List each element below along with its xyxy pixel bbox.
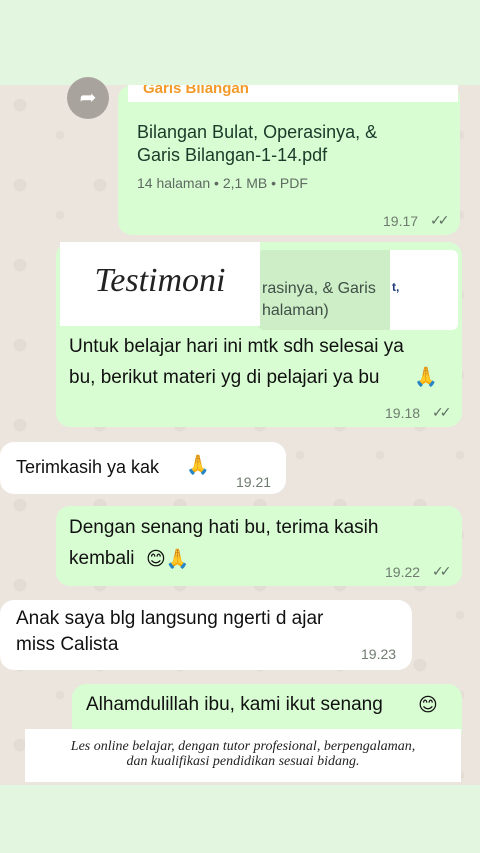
message-time: 19.23 [361, 646, 397, 662]
message-time: 19.21 [236, 474, 272, 490]
quoted-message[interactable]: rasinya, & Garis halaman) t, [258, 250, 458, 330]
read-ticks-icon: ✓✓ [430, 212, 450, 228]
testimoni-title: Testimoni [94, 262, 226, 299]
pdf-file-meta: 14 halaman • 2,1 MB • PDF [137, 175, 308, 191]
message-time: 19.17 [383, 213, 419, 229]
pray-emoji-icon: 🙏 [414, 366, 438, 388]
message-text-line2: miss Calista [16, 634, 119, 655]
quoted-thumbnail-text: t, [392, 280, 400, 294]
read-ticks-icon: ✓✓ [432, 404, 452, 420]
testimoni-label-box: Testimoni [60, 242, 260, 326]
message-text-line2: bu, berikut materi yg di pelajari ya bu [69, 367, 380, 388]
pdf-preview-thumbnail[interactable]: Garis Bilangan [128, 85, 458, 102]
quoted-thumbnail: t, [390, 250, 458, 330]
message-text: Terimkasih ya kak [16, 457, 160, 477]
read-ticks-icon: ✓✓ [432, 563, 452, 579]
pdf-preview-title: Garis Bilangan [143, 85, 249, 97]
forward-icon[interactable]: ➦ [67, 77, 109, 119]
smile-pray-emoji-icon: 😊🙏 [146, 548, 190, 570]
message-time: 19.18 [385, 405, 421, 421]
smile-emoji-icon: 😊 [418, 694, 438, 716]
caption-line2: dan kualifikasi pendidikan sesuai bidang… [126, 754, 360, 769]
message-time: 19.22 [385, 564, 421, 580]
message-text-line1: Dengan senang hati bu, terima kasih [69, 517, 379, 538]
quoted-text-line2: halaman) [262, 302, 329, 319]
caption-box: Les online belajar, dengan tutor profesi… [25, 729, 461, 782]
message-text-line2: kembali [69, 548, 135, 569]
pdf-file-name-line1: Bilangan Bulat, Operasinya, & [137, 122, 378, 142]
message-text-line1: Untuk belajar hari ini mtk sdh selesai y… [69, 336, 404, 357]
pray-emoji-icon: 🙏 [186, 454, 210, 476]
pdf-file-name-line2: Garis Bilangan-1-14.pdf [137, 145, 328, 165]
caption-line1: Les online belajar, dengan tutor profesi… [70, 739, 416, 754]
message-text: Alhamdulillah ibu, kami ikut senang [86, 694, 383, 715]
quoted-text-line1: rasinya, & Garis [262, 280, 376, 297]
